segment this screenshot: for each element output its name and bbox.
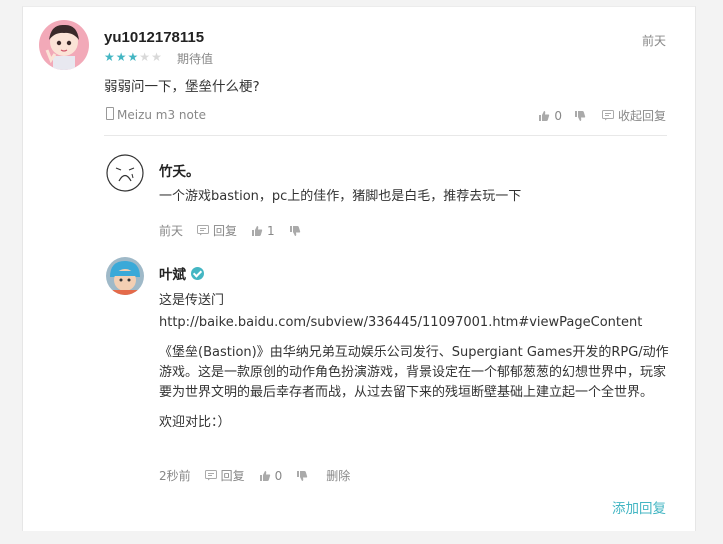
reply-avatar[interactable] — [106, 257, 144, 295]
comment-time: 前天 — [641, 34, 666, 48]
thumb-down-icon — [574, 110, 586, 121]
device-label: Meizu m3 note — [117, 108, 206, 122]
reply-user-name[interactable]: 叶斌 — [159, 263, 204, 283]
like-button[interactable]: 1 — [251, 224, 275, 238]
reply-button[interactable]: 回复 — [204, 467, 245, 484]
thumb-up-icon — [539, 110, 550, 121]
like-count: 0 — [554, 108, 562, 123]
avatar[interactable] — [39, 20, 89, 70]
comment-text: 弱弱问一下，堡垒什么梗? — [104, 79, 260, 95]
thumb-up-icon — [252, 225, 263, 236]
collapse-label: 收起回复 — [617, 109, 666, 123]
like-count: 0 — [274, 468, 283, 483]
rating-label: 期待值 — [177, 52, 214, 66]
device-info: Meizu m3 note — [106, 107, 206, 122]
thumb-down-icon — [289, 225, 300, 236]
dislike-button[interactable] — [574, 110, 590, 122]
reply-avatar[interactable] — [106, 154, 144, 192]
rating-stars: ★★★★★ — [104, 50, 163, 64]
user-name[interactable]: yu1012178115 — [104, 29, 204, 46]
thumb-up-icon — [259, 470, 270, 481]
star-icon: ★ — [104, 50, 116, 64]
phone-icon — [106, 107, 114, 120]
comment-icon — [204, 470, 217, 481]
star-icon: ★ — [139, 50, 152, 64]
like-button[interactable]: 0 — [538, 109, 562, 123]
like-button[interactable]: 0 — [259, 468, 283, 483]
reply-paragraph: 《堡垒(Bastion)》由华纳兄弟互动娱乐公司发行、Supergiant Ga… — [159, 345, 669, 400]
comment-actions: 0 收起回复 — [526, 107, 666, 124]
reply-time: 前天 — [159, 224, 184, 238]
page-bottom — [0, 531, 723, 544]
reply-time: 2秒前 — [159, 469, 191, 483]
thumb-down-icon — [297, 470, 308, 481]
reply-text: 一个游戏bastion，pc上的佳作，猪脚也是白毛，推荐去玩一下 — [159, 187, 675, 217]
reply-meta: 前天 回复 1 — [159, 222, 319, 239]
reply-user-name[interactable]: 竹夭。 — [159, 160, 200, 180]
add-reply-button[interactable]: 添加回复 — [612, 497, 666, 517]
dislike-button[interactable] — [289, 225, 305, 237]
star-icon: ★ — [151, 50, 163, 64]
star-icon: ★ — [127, 50, 140, 64]
comment-icon — [197, 225, 210, 236]
reply-label: 回复 — [213, 224, 238, 238]
reply-link[interactable]: http://baike.baidu.com/subview/336445/11… — [159, 313, 675, 333]
verified-icon — [191, 267, 204, 280]
reply-paragraph: 一个游戏bastion，pc上的佳作，猪脚也是白毛，推荐去玩一下 — [159, 189, 522, 204]
reply-user-label: 叶斌 — [159, 267, 186, 282]
collapse-replies-button[interactable]: 收起回复 — [601, 107, 666, 124]
reply-paragraph: 欢迎对比：） — [159, 415, 231, 430]
reply-label: 回复 — [220, 469, 245, 483]
star-icon: ★ — [115, 50, 128, 64]
comment-card: yu1012178115 ★★★★★ 期待值 前天 弱弱问一下，堡垒什么梗? M… — [22, 6, 696, 531]
reply-button[interactable]: 回复 — [197, 222, 237, 239]
reply-meta: 2秒前 回复 0 删除 — [159, 467, 364, 484]
divider — [104, 135, 667, 136]
reply-paragraph: 这是传送门 — [159, 293, 225, 308]
like-count: 1 — [267, 223, 275, 238]
comment-icon — [601, 110, 614, 121]
delete-button[interactable]: 删除 — [326, 467, 350, 484]
dislike-button[interactable] — [296, 470, 312, 482]
reply-text: 这是传送门 http://baike.baidu.com/subview/336… — [159, 291, 675, 443]
